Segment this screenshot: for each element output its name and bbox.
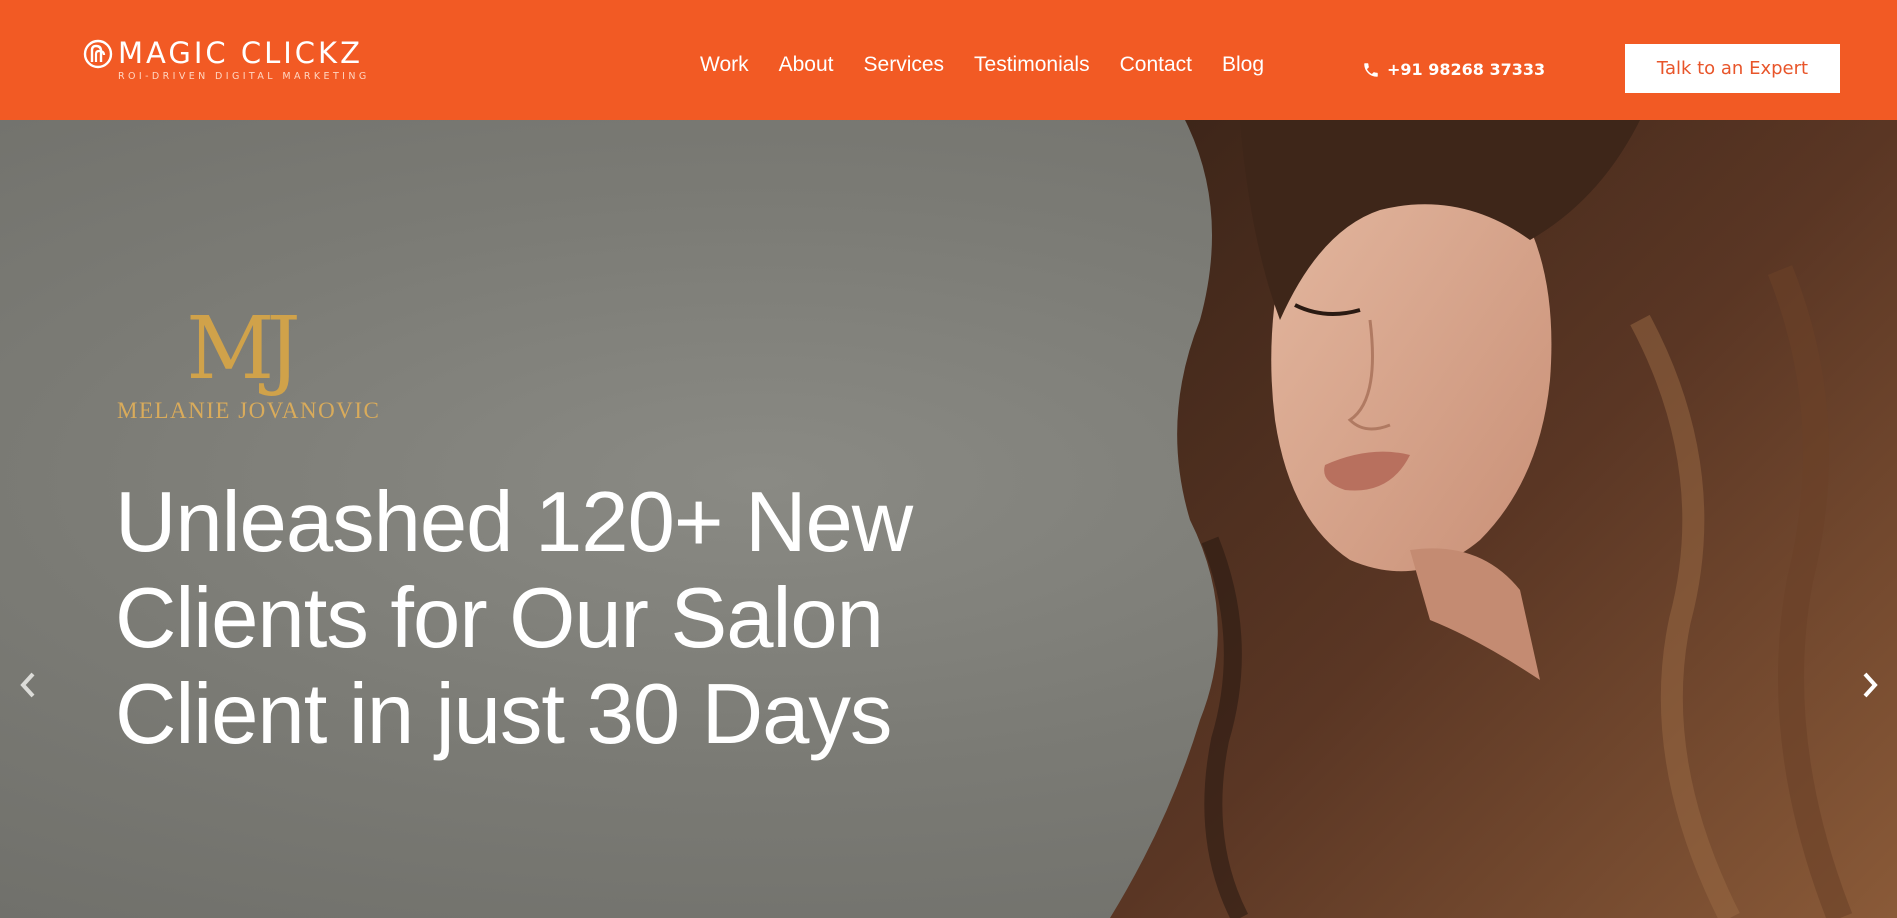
talk-to-expert-button[interactable]: Talk to an Expert: [1625, 44, 1840, 93]
slider-next-button[interactable]: [1852, 660, 1888, 710]
main-nav: Work About Services Testimonials Contact…: [700, 52, 1264, 78]
chevron-left-icon: [20, 672, 35, 698]
phone-link[interactable]: +91 98268 37333: [1362, 60, 1545, 79]
hero-slider: MJ MELANIE JOVANOVIC Unleashed 120+ New …: [0, 120, 1897, 918]
site-header: MAGIC CLICKZ ROI-DRIVEN DIGITAL MARKETIN…: [0, 0, 1897, 120]
headline-line-2: Clients for Our Salon: [115, 571, 884, 666]
logo-text: MAGIC CLICKZ ROI-DRIVEN DIGITAL MARKETIN…: [118, 37, 370, 82]
logo[interactable]: MAGIC CLICKZ ROI-DRIVEN DIGITAL MARKETIN…: [82, 37, 370, 82]
phone-icon: [1364, 62, 1378, 77]
headline-line-3: Client in just 30 Days: [115, 667, 892, 762]
nav-contact[interactable]: Contact: [1120, 52, 1192, 78]
nav-work[interactable]: Work: [700, 52, 749, 78]
nav-services[interactable]: Services: [864, 52, 945, 78]
nav-testimonials[interactable]: Testimonials: [974, 52, 1090, 78]
client-logo-name: MELANIE JOVANOVIC: [117, 398, 381, 423]
phone-number: +91 98268 37333: [1387, 60, 1546, 79]
client-logo-initials: MJ: [186, 299, 301, 399]
slider-prev-button[interactable]: [10, 660, 46, 710]
hero-woman-image: [1110, 120, 1897, 918]
logo-name: MAGIC CLICKZ: [118, 36, 363, 70]
logo-tagline: ROI-DRIVEN DIGITAL MARKETING: [118, 71, 370, 82]
chevron-right-icon: [1863, 672, 1878, 698]
hero-headline: Unleashed 120+ New Clients for Our Salon…: [115, 475, 1015, 763]
nav-blog[interactable]: Blog: [1222, 52, 1264, 78]
client-logo: MJ MELANIE JOVANOVIC: [117, 299, 381, 424]
nav-about[interactable]: About: [779, 52, 834, 78]
logo-icon: [83, 39, 113, 69]
headline-line-1: Unleashed 120+ New: [115, 475, 913, 570]
